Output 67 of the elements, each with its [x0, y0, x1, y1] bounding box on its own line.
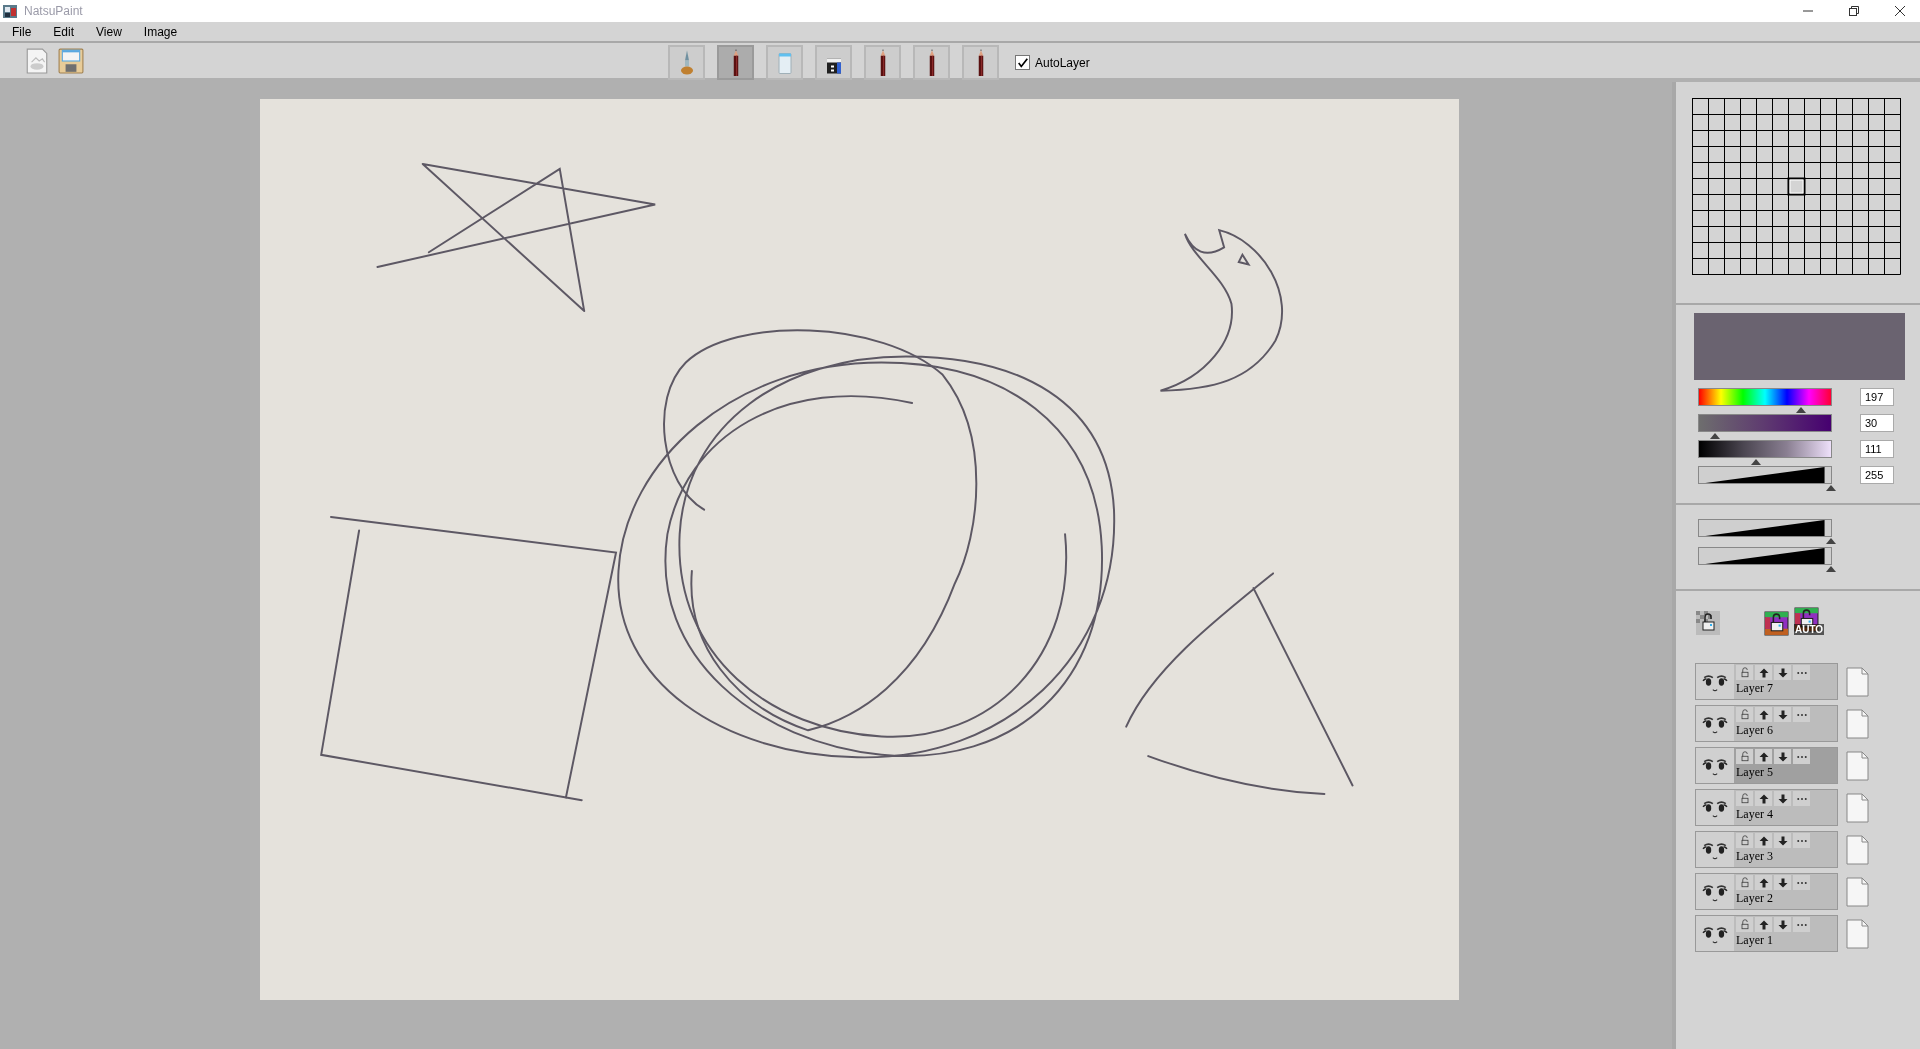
- slider-thumb[interactable]: [1826, 485, 1836, 491]
- lock-icon[interactable]: [1738, 750, 1751, 763]
- restore-icon[interactable]: [1849, 6, 1859, 16]
- transparency-lock-icon[interactable]: [1696, 611, 1720, 635]
- layer-name: Layer 2: [1736, 890, 1774, 907]
- lock-icon[interactable]: [1738, 834, 1751, 847]
- layer-row[interactable]: Layer 2: [1695, 873, 1838, 910]
- up-arrow-icon[interactable]: [1757, 834, 1770, 847]
- menu-item[interactable]: Image: [138, 22, 183, 41]
- checkmark-icon: [1016, 56, 1029, 69]
- layer-name: Layer 6: [1736, 722, 1774, 739]
- layer-row[interactable]: Layer 6: [1695, 705, 1838, 742]
- up-arrow-icon[interactable]: [1757, 918, 1770, 931]
- layer-name: Layer 5: [1736, 764, 1774, 781]
- slider-thumb[interactable]: [1826, 566, 1836, 572]
- pencil-icon: [732, 49, 739, 76]
- slider-thumb[interactable]: [1826, 538, 1836, 544]
- value-field[interactable]: 255: [1860, 466, 1894, 484]
- menu-item[interactable]: Edit: [48, 22, 80, 41]
- down-arrow-icon[interactable]: [1776, 750, 1789, 763]
- layer-name: Layer 3: [1736, 848, 1774, 865]
- up-arrow-icon[interactable]: [1757, 708, 1770, 721]
- autolayer-checkbox[interactable]: [1015, 55, 1030, 70]
- autolayer-label: AutoLayer: [1035, 54, 1090, 72]
- pencil-icon: [879, 49, 886, 76]
- app-icon: [2, 3, 18, 19]
- pencil-icon: [928, 49, 935, 76]
- value-field[interactable]: 30: [1860, 414, 1894, 432]
- layer-row[interactable]: Layer 7: [1695, 663, 1838, 700]
- down-arrow-icon[interactable]: [1776, 876, 1789, 889]
- window-title: NatsuPaint: [24, 3, 83, 20]
- layer-name: Layer 4: [1736, 806, 1774, 823]
- value-field[interactable]: 111: [1860, 440, 1894, 458]
- pencil-icon: [977, 49, 984, 76]
- lock-icon[interactable]: [1738, 792, 1751, 805]
- navigator-grid[interactable]: [1692, 98, 1901, 275]
- down-arrow-icon[interactable]: [1776, 918, 1789, 931]
- layer-name: Layer 7: [1736, 680, 1774, 697]
- down-arrow-icon[interactable]: [1776, 834, 1789, 847]
- lock-icon[interactable]: [1738, 918, 1751, 931]
- auto-label: AUTO: [1794, 624, 1825, 635]
- up-arrow-icon[interactable]: [1757, 792, 1770, 805]
- up-arrow-icon[interactable]: [1757, 876, 1770, 889]
- layer-row[interactable]: Layer 3: [1695, 831, 1838, 868]
- layer-name: Layer 1: [1736, 932, 1774, 949]
- up-arrow-icon[interactable]: [1757, 750, 1770, 763]
- down-arrow-icon[interactable]: [1776, 666, 1789, 679]
- color-lock-icon[interactable]: [1764, 610, 1789, 636]
- menu-item[interactable]: File: [7, 22, 37, 41]
- tool-button[interactable]: [717, 45, 754, 80]
- auto-lock-button[interactable]: AUTO: [1794, 607, 1824, 639]
- layer-row[interactable]: Layer 4: [1695, 789, 1838, 826]
- lock-icon[interactable]: [1738, 666, 1751, 679]
- lock-icon[interactable]: [1738, 876, 1751, 889]
- tool-button[interactable]: [913, 45, 950, 80]
- tool-button[interactable]: [864, 45, 901, 80]
- layer-row[interactable]: Layer 5: [1695, 747, 1838, 784]
- up-arrow-icon[interactable]: [1757, 666, 1770, 679]
- layer-row[interactable]: Layer 1: [1695, 915, 1838, 952]
- close-icon[interactable]: [1895, 6, 1905, 16]
- tool-button[interactable]: [815, 45, 852, 80]
- down-arrow-icon[interactable]: [1776, 792, 1789, 805]
- value-field[interactable]: 197: [1860, 388, 1894, 406]
- menu-item[interactable]: View: [91, 22, 127, 41]
- down-arrow-icon[interactable]: [1776, 708, 1789, 721]
- lock-icon[interactable]: [1738, 708, 1751, 721]
- tool-button[interactable]: [962, 45, 999, 80]
